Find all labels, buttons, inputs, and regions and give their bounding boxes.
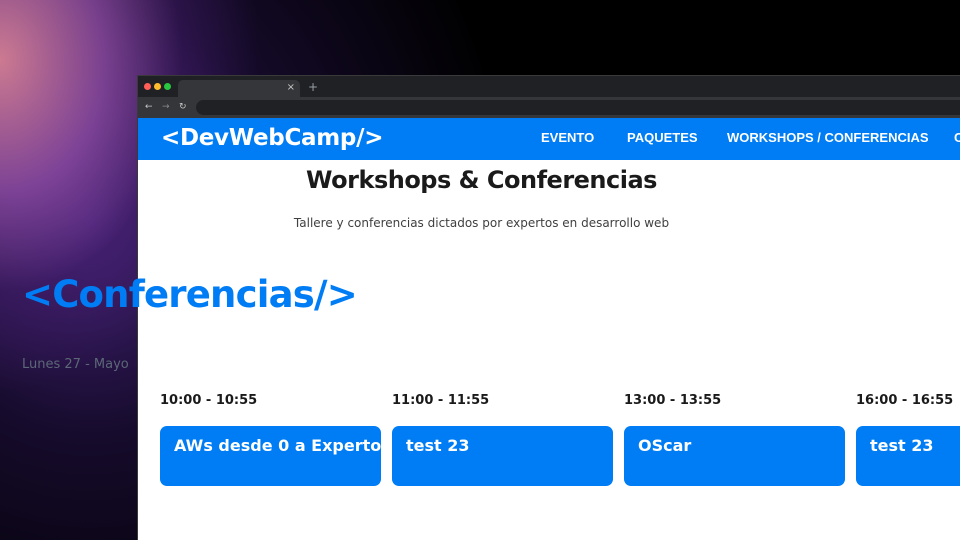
event-card[interactable]: test 23 — [392, 426, 613, 486]
event-card-title: AWs desde 0 a Experto — [174, 436, 382, 455]
site-logo[interactable]: <DevWebCamp/> — [161, 123, 383, 153]
page-title: Workshops & Conferencias — [306, 166, 657, 194]
back-arrow-icon[interactable]: ← — [145, 101, 153, 113]
nav-link-workshops-conferencias[interactable]: WORKSHOPS / CONFERENCIAS — [727, 130, 929, 146]
maximize-window-icon[interactable] — [164, 83, 171, 90]
schedule-slot: 11:00 - 11:55 test 23 — [392, 392, 613, 486]
nav-link-paquetes[interactable]: PAQUETES — [627, 130, 698, 146]
nav-link-truncated[interactable]: C — [954, 130, 960, 146]
new-tab-icon[interactable]: + — [308, 80, 318, 94]
slot-time: 10:00 - 10:55 — [160, 393, 258, 408]
event-card[interactable]: AWs desde 0 a Experto — [160, 426, 381, 486]
address-bar[interactable] — [196, 100, 960, 115]
page-subtitle: Tallere y conferencias dictados por expe… — [293, 216, 670, 230]
close-window-icon[interactable] — [144, 83, 151, 90]
event-card[interactable]: OScar — [624, 426, 845, 486]
slot-time: 11:00 - 11:55 — [392, 393, 490, 408]
browser-tab[interactable]: × — [178, 80, 300, 97]
event-card-title: test 23 — [406, 436, 470, 455]
minimize-window-icon[interactable] — [154, 83, 161, 90]
day-label: Lunes 27 - Mayo — [22, 357, 129, 372]
site-header: <DevWebCamp/> EVENTO PAQUETES WORKSHOPS … — [138, 118, 960, 160]
slot-time: 16:00 - 16:55 — [856, 393, 954, 408]
schedule-slot: 10:00 - 10:55 AWs desde 0 a Experto — [160, 392, 381, 486]
nav-link-evento[interactable]: EVENTO — [541, 130, 594, 146]
schedule-slot: 13:00 - 13:55 OScar — [624, 392, 845, 486]
slot-time: 13:00 - 13:55 — [624, 393, 722, 408]
event-card-title: test 23 — [870, 436, 934, 455]
section-heading-conferencias: <Conferencias/> — [22, 273, 358, 316]
event-card[interactable]: test 23 — [856, 426, 960, 486]
browser-tab-bar: × + — [138, 76, 960, 97]
schedule-slot: 16:00 - 16:55 test 23 — [856, 392, 960, 540]
browser-toolbar: ← → ↻ — [138, 97, 960, 118]
reload-icon[interactable]: ↻ — [179, 101, 187, 113]
event-card-title: OScar — [638, 436, 692, 455]
forward-arrow-icon[interactable]: → — [162, 101, 170, 113]
tab-close-icon[interactable]: × — [287, 82, 295, 94]
